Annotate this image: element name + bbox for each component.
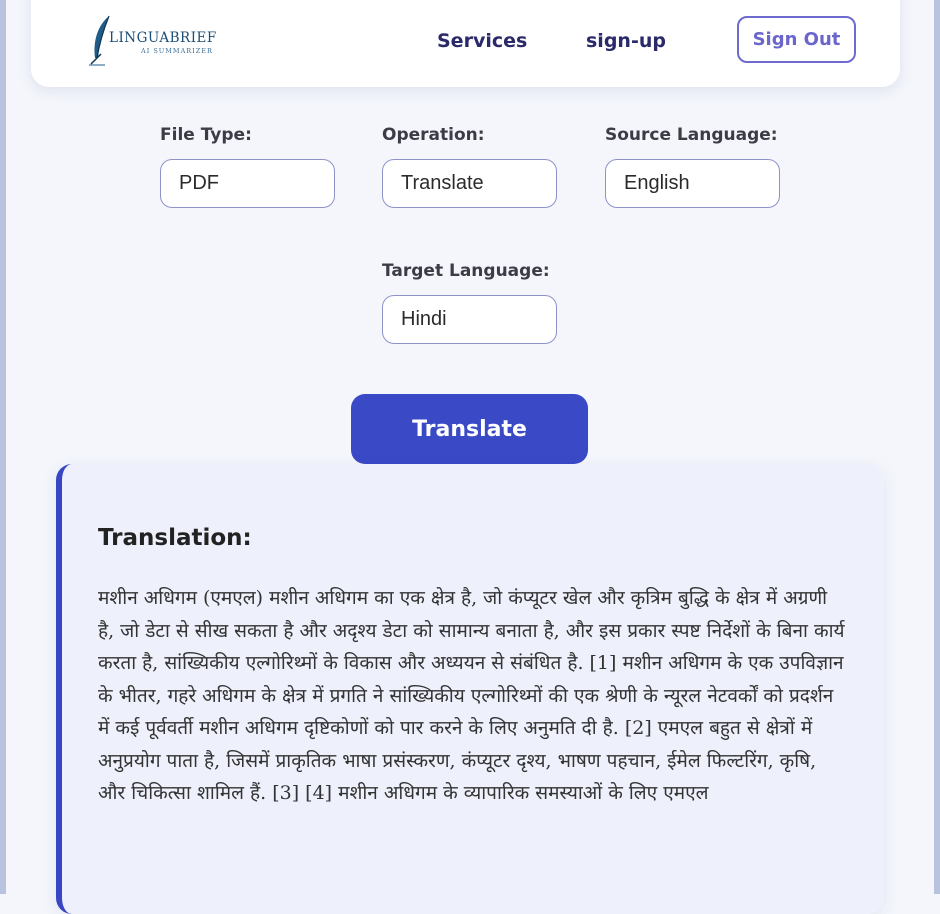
brand-logo[interactable]: LINGUABRIEF AI SUMMARIZER bbox=[89, 14, 219, 66]
source-language-select[interactable]: English bbox=[605, 159, 780, 208]
page-left-edge bbox=[0, 0, 6, 894]
source-language-label: Source Language: bbox=[605, 125, 778, 145]
brand-name: LINGUABRIEF bbox=[109, 30, 217, 46]
sign-out-button[interactable]: Sign Out bbox=[737, 16, 856, 63]
translation-text: मशीन अधिगम (एमएल) मशीन अधिगम का एक क्षेत… bbox=[98, 587, 845, 804]
operation-label: Operation: bbox=[382, 125, 485, 145]
translate-button[interactable]: Translate bbox=[351, 394, 588, 464]
top-navbar: LINGUABRIEF AI SUMMARIZER Services sign-… bbox=[31, 0, 900, 87]
file-type-label: File Type: bbox=[160, 125, 252, 145]
target-language-select[interactable]: Hindi bbox=[382, 295, 557, 344]
nav-signup-link[interactable]: sign-up bbox=[586, 30, 666, 52]
brand-tagline: AI SUMMARIZER bbox=[141, 47, 213, 55]
nav-services-link[interactable]: Services bbox=[437, 30, 527, 52]
file-type-select[interactable]: PDF bbox=[160, 159, 335, 208]
translation-title: Translation: bbox=[98, 525, 252, 551]
operation-select[interactable]: Translate bbox=[382, 159, 557, 208]
translation-result-card: Translation: मशीन अधिगम (एमएल) मशीन अधिग… bbox=[56, 464, 884, 914]
target-language-label: Target Language: bbox=[382, 261, 550, 281]
page-right-edge bbox=[934, 0, 940, 894]
